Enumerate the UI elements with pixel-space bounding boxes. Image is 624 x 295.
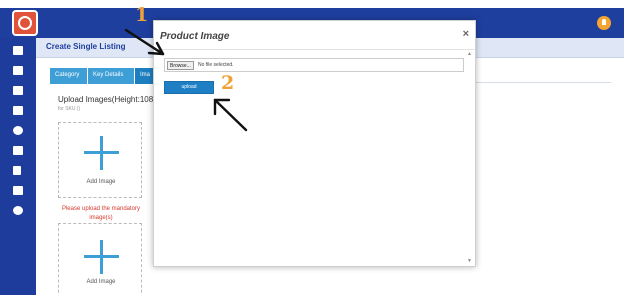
annotation-arrows [124,28,248,132]
page: Create Single Listing Category Key Detai… [0,0,624,295]
arrow-2-shaft [213,98,248,132]
